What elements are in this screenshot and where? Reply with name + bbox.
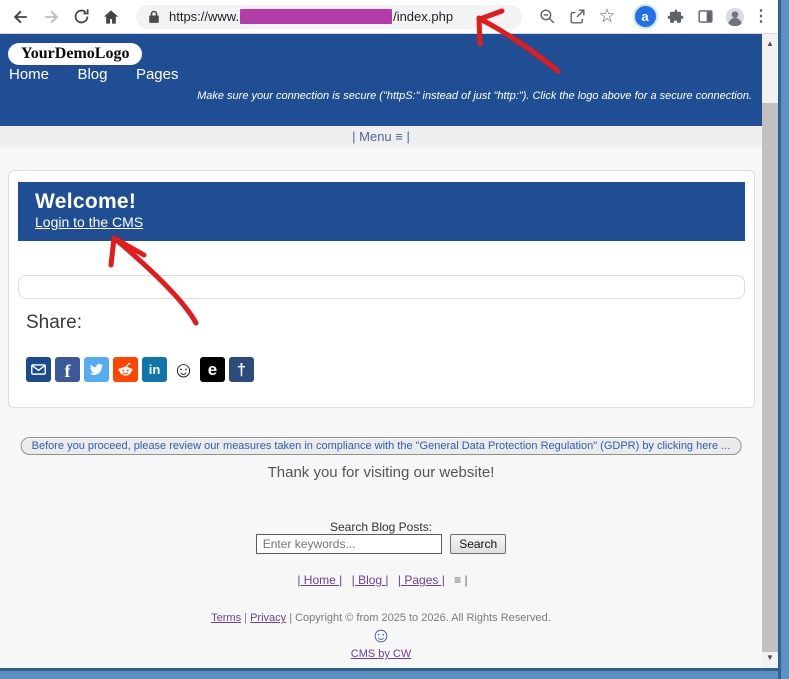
share-button[interactable] xyxy=(562,2,592,32)
search-form: Search xyxy=(0,534,762,554)
url-bar[interactable]: https://www. /index.php xyxy=(136,5,522,29)
menu-toggle[interactable]: | Menu ≡ | xyxy=(352,129,410,144)
thank-you-text: Thank you for visiting our website! xyxy=(0,464,762,481)
content-card: Welcome! Login to the CMS Share: f in ☺ … xyxy=(8,170,755,408)
zoom-out-icon xyxy=(538,7,557,26)
browser-window: https://www./index.php ☆ a ⋮ YourDemoLog xyxy=(0,0,789,679)
scrollbar-down-arrow[interactable]: ▼ xyxy=(762,650,778,666)
reddit-share-icon[interactable] xyxy=(113,357,138,382)
back-button[interactable] xyxy=(6,2,36,32)
search-button[interactable]: Search xyxy=(450,534,506,554)
bottom-nav-blog-link[interactable]: | Blog | xyxy=(352,573,389,587)
facebook-share-icon[interactable]: f xyxy=(55,357,80,382)
lock-icon xyxy=(148,9,160,24)
privacy-link[interactable]: Privacy xyxy=(250,612,286,624)
search-label: Search Blog Posts: xyxy=(0,520,762,534)
share-icon xyxy=(568,7,587,26)
secure-connection-notice: Make sure your connection is secure ("ht… xyxy=(197,90,752,102)
zoom-out-button[interactable] xyxy=(532,2,562,32)
twitter-bird-icon xyxy=(88,361,105,378)
nav-pages-link[interactable]: Pages xyxy=(136,66,179,83)
share-label: Share: xyxy=(26,312,82,334)
window-frame-right xyxy=(778,0,789,679)
refresh-icon xyxy=(72,7,91,26)
kebab-menu-icon: ⋮ xyxy=(753,9,769,25)
site-header: YourDemoLogo Home Blog Pages Make sure y… xyxy=(0,34,762,126)
bottom-nav: | Home | | Blog | | Pages | ≡ | xyxy=(0,573,762,587)
url-redaction xyxy=(240,9,392,24)
bookmark-button[interactable]: ☆ xyxy=(592,2,622,32)
avatar-icon xyxy=(724,6,746,28)
reddit-alien-icon xyxy=(116,360,135,379)
profile-button[interactable] xyxy=(720,2,750,32)
nav-home-link[interactable]: Home xyxy=(9,66,49,83)
email-share-icon[interactable] xyxy=(26,357,51,382)
browser-menu-button[interactable]: ⋮ xyxy=(750,2,772,32)
linkedin-share-icon[interactable]: in xyxy=(142,357,167,382)
footer-smiley-icon: ☺ xyxy=(0,624,762,648)
side-panel-button[interactable] xyxy=(690,2,720,32)
envelope-icon xyxy=(30,361,47,378)
window-frame-bottom xyxy=(0,668,789,679)
nav-blog-link[interactable]: Blog xyxy=(77,66,107,83)
extensions-button[interactable] xyxy=(660,2,690,32)
menu-bar: | Menu ≡ | xyxy=(0,126,762,147)
cms-by-cw-link[interactable]: CMS by CW xyxy=(351,648,412,660)
forward-button[interactable] xyxy=(36,2,66,32)
cross-share-icon[interactable]: † xyxy=(229,357,254,382)
refresh-button[interactable] xyxy=(66,2,96,32)
puzzle-icon xyxy=(666,7,685,26)
url-text: https://www. /index.php xyxy=(169,9,453,24)
welcome-banner: Welcome! Login to the CMS xyxy=(18,182,745,241)
empty-content-well xyxy=(18,275,745,299)
site-nav: Home Blog Pages xyxy=(9,66,203,84)
search-input[interactable] xyxy=(256,534,442,554)
extension-a-icon: a xyxy=(635,6,656,27)
bookmark-star-icon: ☆ xyxy=(598,7,615,26)
bottom-nav-pages-link[interactable]: | Pages | xyxy=(398,573,445,587)
scrollbar-up-arrow[interactable]: ▲ xyxy=(762,36,778,52)
bottom-nav-home-link[interactable]: | Home | xyxy=(297,573,342,587)
back-icon xyxy=(11,7,31,27)
bottom-nav-menu-toggle[interactable]: ≡ | xyxy=(454,573,467,587)
side-panel-icon xyxy=(696,7,715,26)
copyright-text: | Copyright © from 2025 to 2026. All Rig… xyxy=(289,612,551,624)
login-cms-link[interactable]: Login to the CMS xyxy=(35,214,143,230)
browser-toolbar: https://www. /index.php ☆ a ⋮ xyxy=(0,0,778,34)
footer-line: Terms | Privacy | Copyright © from 2025 … xyxy=(0,612,762,624)
web-page: YourDemoLogo Home Blog Pages Make sure y… xyxy=(0,34,762,668)
footer-separator: | xyxy=(244,612,247,624)
extension-a-button[interactable]: a xyxy=(630,2,660,32)
url-suffix: /index.php xyxy=(393,9,453,24)
twitter-share-icon[interactable] xyxy=(84,357,109,382)
site-logo[interactable]: YourDemoLogo xyxy=(8,43,142,65)
gdpr-notice-button[interactable]: Before you proceed, please review our me… xyxy=(21,437,742,455)
scrollbar-thumb[interactable] xyxy=(762,103,778,652)
home-icon xyxy=(101,7,121,27)
smiley-share-icon[interactable]: ☺ xyxy=(171,357,196,382)
share-icons-row: f in ☺ e † xyxy=(26,357,254,382)
scrollbar[interactable]: ▲ ▼ xyxy=(762,34,778,668)
url-prefix: https://www. xyxy=(169,9,239,24)
terms-link[interactable]: Terms xyxy=(211,612,241,624)
ello-share-icon[interactable]: e xyxy=(200,357,225,382)
forward-icon xyxy=(41,7,61,27)
home-button[interactable] xyxy=(96,2,126,32)
welcome-title: Welcome! xyxy=(35,190,745,214)
